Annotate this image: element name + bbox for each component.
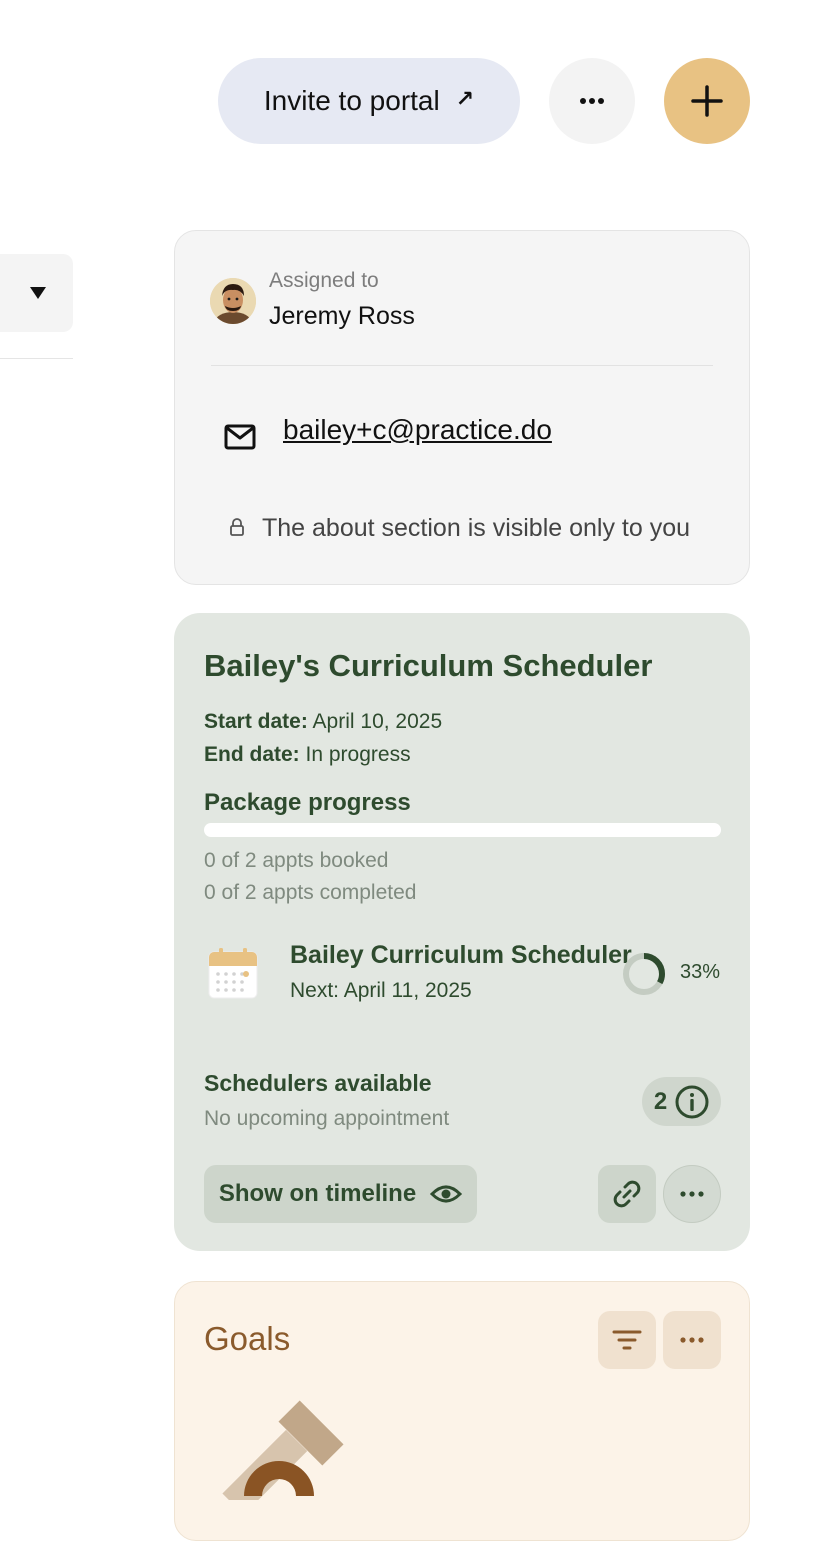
schedulers-available-label: Schedulers available: [204, 1070, 432, 1096]
goals-filter-button[interactable]: [598, 1311, 656, 1369]
scheduler-name[interactable]: Bailey Curriculum Scheduler: [290, 941, 632, 970]
assigned-to-label: Assigned to: [269, 269, 379, 292]
more-horizontal-icon: [680, 1191, 704, 1197]
package-progress-label: Package progress: [204, 789, 411, 816]
calendar-icon: [208, 948, 258, 1000]
start-date-label: Start date:: [204, 710, 308, 733]
show-on-timeline-label: Show on timeline: [218, 1180, 417, 1207]
start-date: Start date: April 10, 2025: [204, 710, 442, 734]
start-date-value: April 10, 2025: [312, 710, 443, 733]
scheduler-percent: 33%: [680, 961, 721, 983]
end-date: End date: In progress: [204, 743, 411, 767]
appts-booked: 0 of 2 appts booked: [204, 849, 389, 872]
filter-icon: [612, 1330, 642, 1350]
divider: [0, 358, 73, 359]
schedulers-count-badge[interactable]: 2: [642, 1077, 721, 1126]
end-date-value: In progress: [305, 743, 411, 766]
invite-to-portal-button[interactable]: Invite to portal ↗: [218, 58, 520, 144]
curriculum-card: [174, 613, 750, 1251]
info-icon: [675, 1085, 709, 1118]
scheduler-next-date: Next: April 11, 2025: [290, 979, 472, 1002]
goals-title: Goals: [204, 1320, 291, 1357]
show-on-timeline-button[interactable]: Show on timeline: [204, 1165, 477, 1223]
assigned-name[interactable]: Jeremy Ross: [269, 302, 415, 331]
no-upcoming-text: No upcoming appointment: [204, 1107, 450, 1130]
link-icon: [613, 1180, 641, 1208]
scheduler-progress-ring: [622, 952, 666, 996]
schedulers-count: 2: [653, 1087, 668, 1115]
curriculum-title[interactable]: Bailey's Curriculum Scheduler: [204, 648, 652, 684]
add-button[interactable]: [664, 58, 750, 144]
eye-icon: [430, 1185, 463, 1203]
more-options-button[interactable]: [549, 58, 635, 144]
end-date-label: End date:: [204, 743, 300, 766]
email-link[interactable]: bailey+c@practice.do: [283, 414, 552, 446]
privacy-note: The about section is visible only to you: [262, 514, 691, 542]
avatar: [210, 278, 256, 324]
plus-icon: [691, 85, 723, 117]
person-avatar-icon: [210, 278, 256, 324]
appts-completed: 0 of 2 appts completed: [204, 881, 417, 904]
more-horizontal-icon: [580, 98, 604, 104]
goals-illustration: [204, 1400, 354, 1515]
lock-icon: [229, 518, 245, 541]
curriculum-more-button[interactable]: [663, 1165, 721, 1223]
goals-more-button[interactable]: [663, 1311, 721, 1369]
arrow-up-right-icon: ↗: [455, 86, 475, 111]
more-horizontal-icon: [680, 1337, 704, 1343]
dropdown-select[interactable]: [0, 254, 73, 332]
mail-icon: [224, 424, 256, 455]
package-progress-bar: [204, 823, 721, 837]
divider: [211, 365, 713, 366]
invite-label: Invite to portal: [263, 85, 440, 116]
copy-link-button[interactable]: [598, 1165, 656, 1223]
triangle-down-icon: [30, 287, 46, 299]
